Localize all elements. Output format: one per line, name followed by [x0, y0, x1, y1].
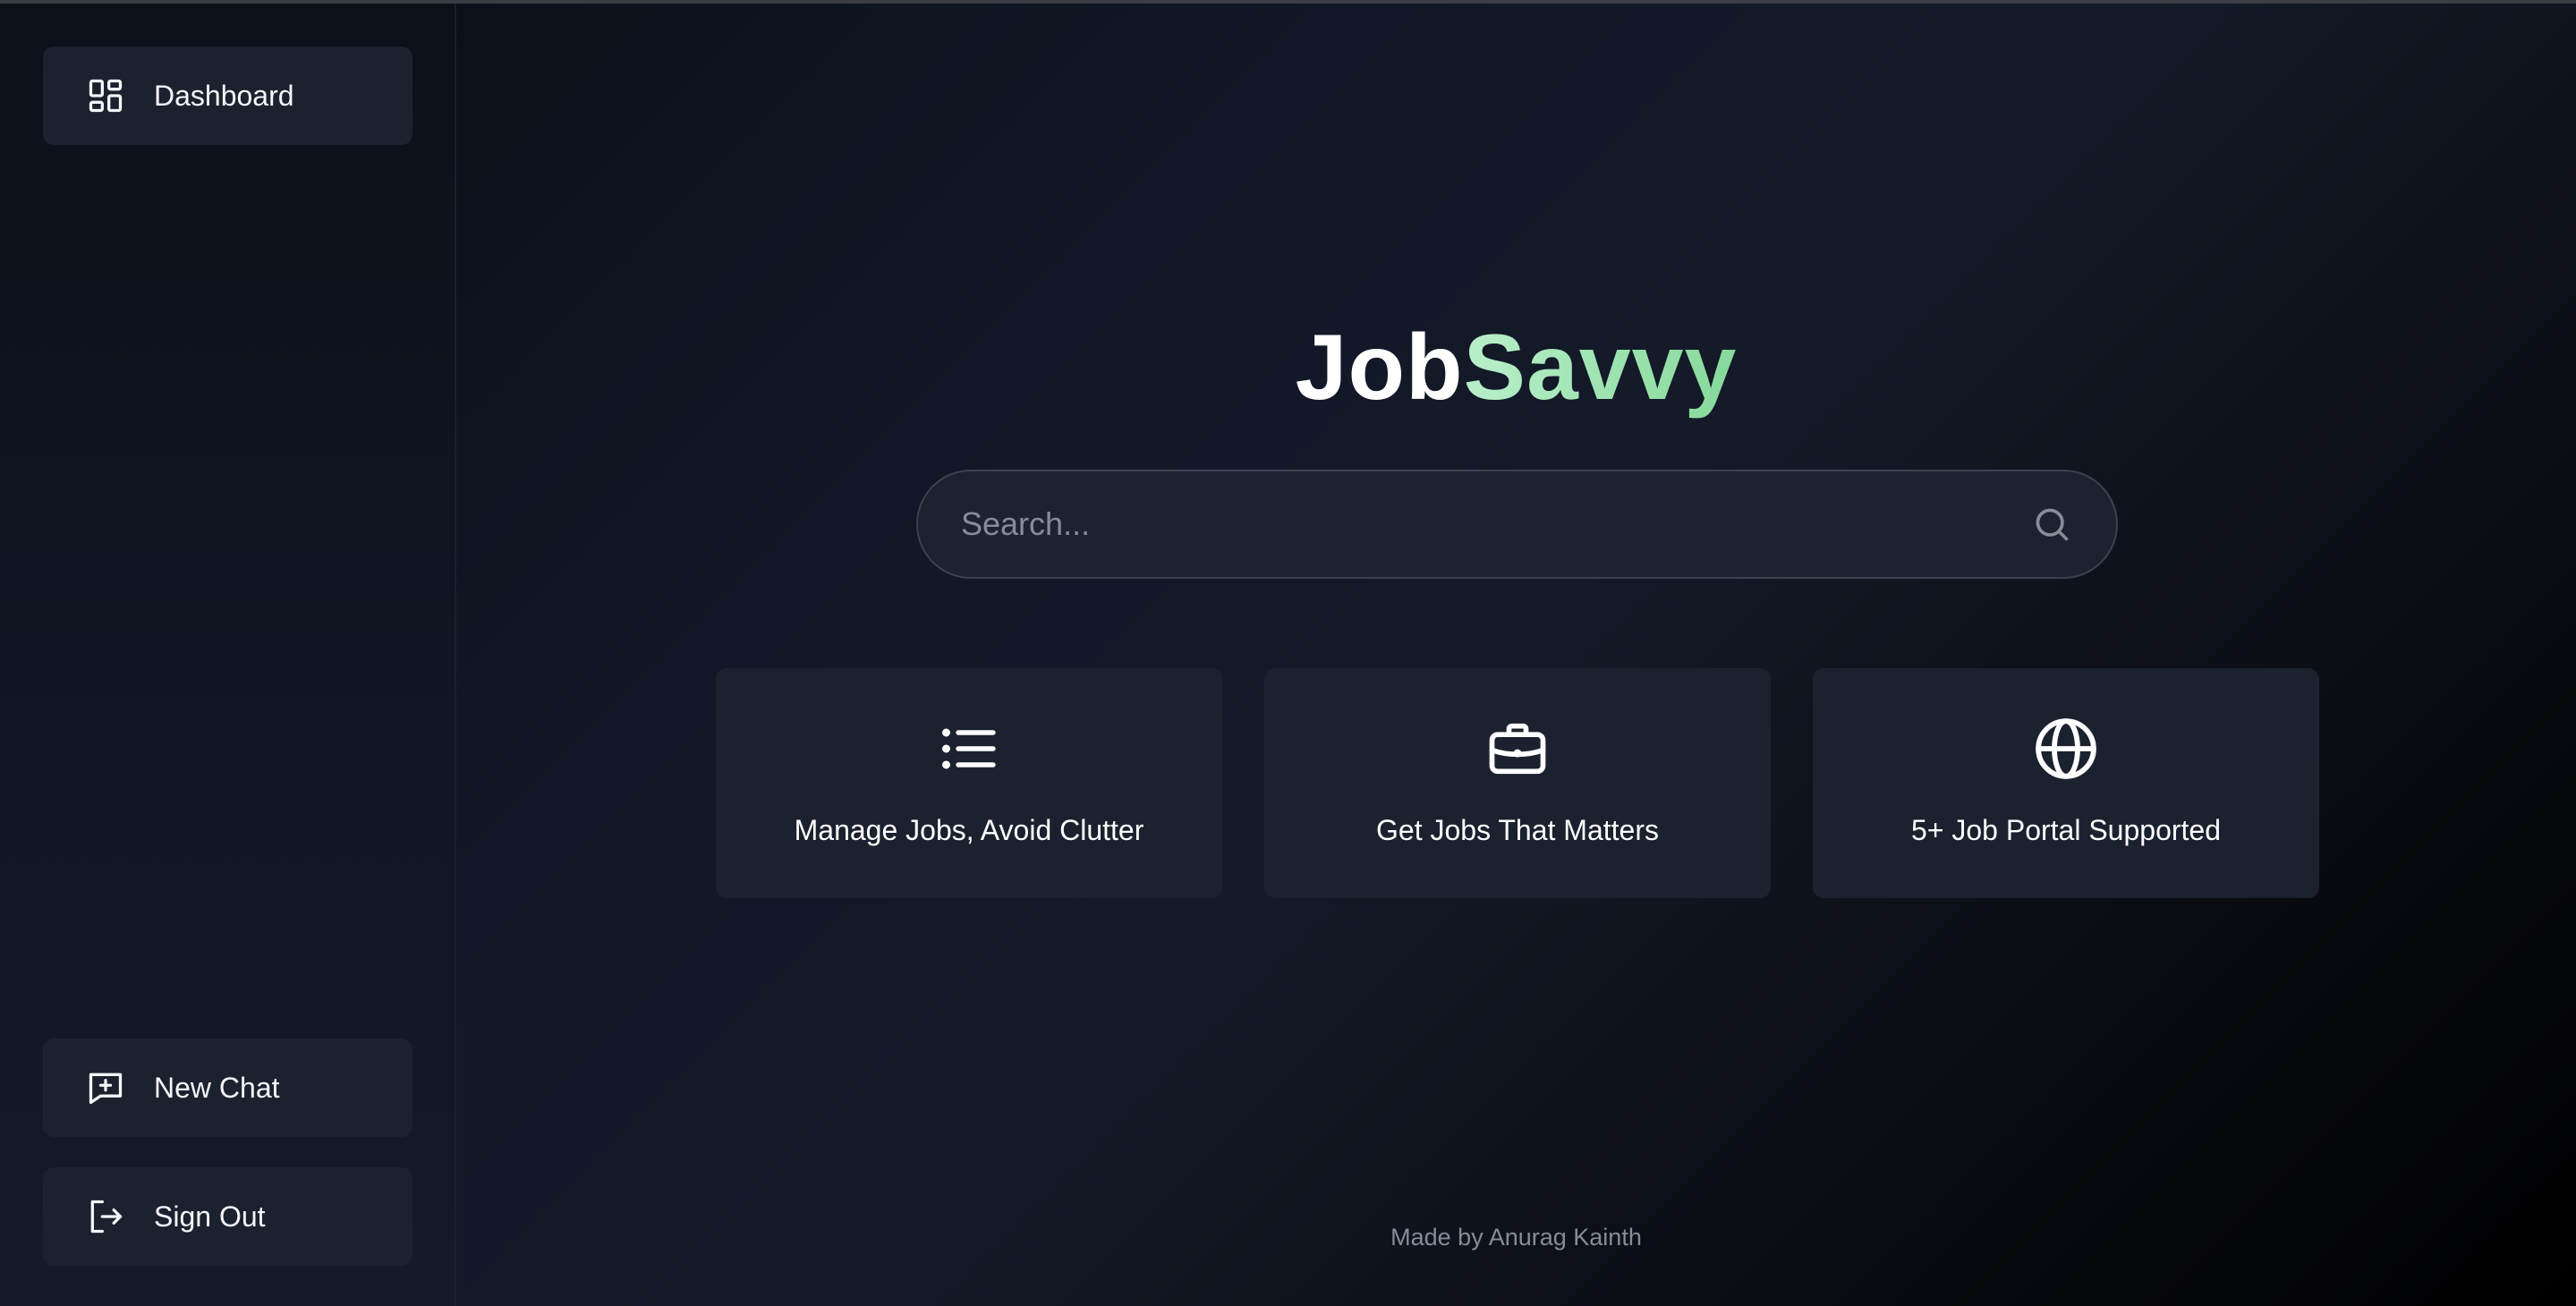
sidebar: Dashboard New Chat Sign Out [0, 4, 456, 1306]
briefcase-icon [1264, 713, 1771, 784]
list-icon [716, 713, 1222, 784]
brand-title-part2: Savvy [1463, 316, 1738, 420]
globe-icon [1813, 713, 2319, 784]
new-chat-button[interactable]: New Chat [43, 1039, 412, 1137]
message-plus-icon [86, 1068, 125, 1107]
feature-card-label: Get Jobs That Matters [1376, 814, 1659, 846]
main-content: JobSavvy Mana [456, 4, 2576, 1306]
footer-credit: Made by Anurag Kainth [1390, 1224, 1642, 1251]
feature-card-label: 5+ Job Portal Supported [1910, 814, 2221, 846]
brand-title: JobSavvy [456, 315, 2576, 421]
sign-out-label: Sign Out [154, 1200, 266, 1233]
dashboard-label: Dashboard [154, 79, 294, 112]
feature-card-job-portals[interactable]: 5+ Job Portal Supported [1813, 668, 2319, 898]
feature-card-label: Manage Jobs, Avoid Clutter [794, 814, 1144, 846]
feature-card-manage-jobs[interactable]: Manage Jobs, Avoid Clutter [716, 668, 1222, 898]
search-input[interactable] [918, 471, 2030, 578]
search-bar [916, 470, 2118, 579]
search-icon[interactable] [2030, 503, 2073, 546]
sign-out-icon [86, 1197, 125, 1236]
brand-title-part1: Job [1295, 316, 1464, 420]
sign-out-button[interactable]: Sign Out [43, 1167, 412, 1266]
app-window: Dashboard New Chat Sign Out JobSavvy Sea… [0, 0, 2576, 1306]
feature-card-get-jobs[interactable]: Get Jobs That Matters [1264, 668, 1771, 898]
new-chat-label: New Chat [154, 1071, 280, 1104]
dashboard-button[interactable]: Dashboard [43, 47, 412, 145]
dashboard-grid-icon [86, 76, 125, 115]
